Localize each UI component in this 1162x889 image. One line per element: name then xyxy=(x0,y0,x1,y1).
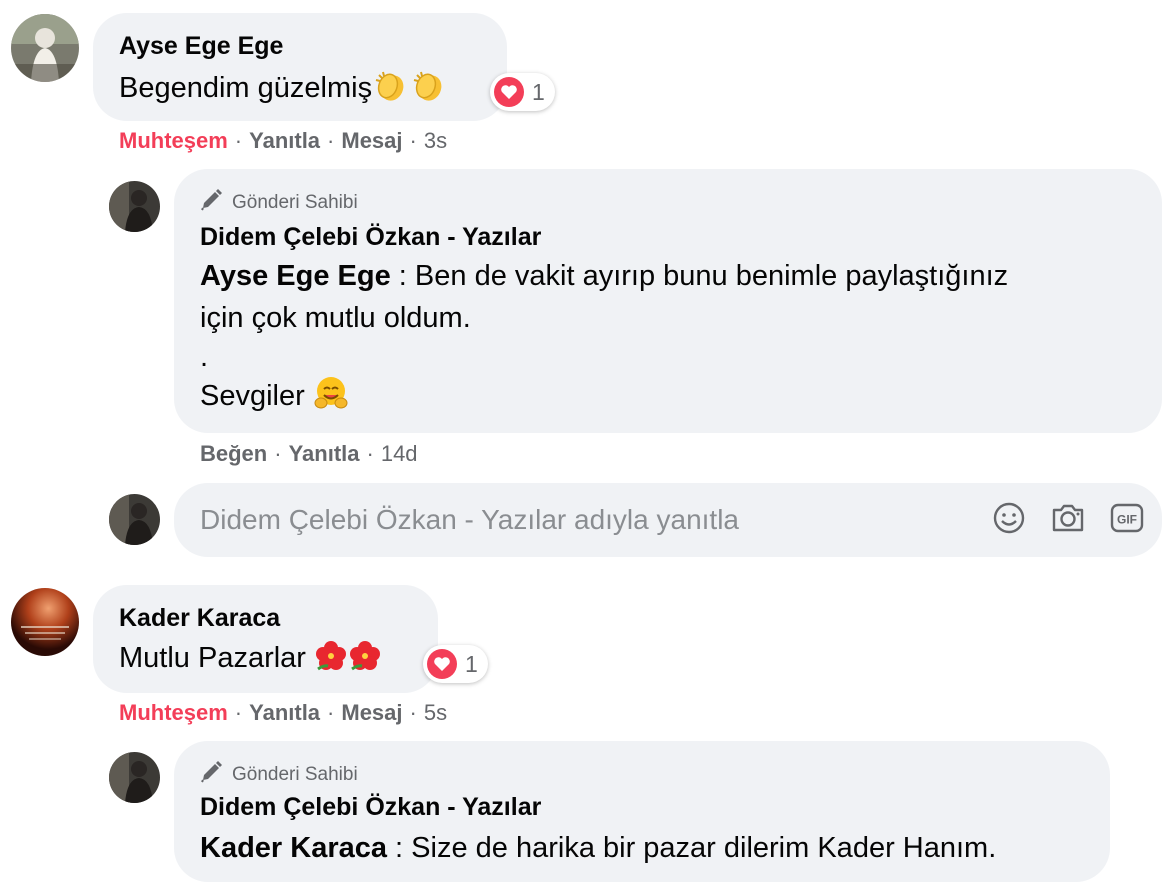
comment-avatar-kader[interactable] xyxy=(11,588,79,656)
reaction-count: 1 xyxy=(532,78,545,105)
reaction-count-badge[interactable]: 1 xyxy=(490,73,555,111)
separator: · xyxy=(327,700,335,725)
reacted-button[interactable]: Muhteşem xyxy=(119,128,228,154)
comment-bubble: Ayse Ege Ege Begendim güzelmiş xyxy=(93,13,507,121)
comment-author[interactable]: Ayse Ege Ege xyxy=(119,31,283,61)
hibiscus-icon xyxy=(314,639,348,685)
post-owner-label: Gönderi Sahibi xyxy=(232,191,358,213)
separator: · xyxy=(366,441,374,466)
reply-author[interactable]: Didem Çelebi Özkan - Yazılar xyxy=(200,222,541,252)
like-button[interactable]: Beğen xyxy=(200,441,267,467)
message-button[interactable]: Mesaj xyxy=(341,128,402,154)
post-owner-badge: Gönderi Sahibi xyxy=(200,187,358,218)
reply-bubble: Gönderi Sahibi Didem Çelebi Özkan - Yazı… xyxy=(174,169,1162,433)
reply-avatar-owner[interactable] xyxy=(109,752,160,803)
comment-time[interactable]: 3s xyxy=(424,128,447,154)
reply-actions: Beğen · Yanıtla · 14d xyxy=(200,441,418,467)
pencil-icon xyxy=(200,187,224,218)
reply-button[interactable]: Yanıtla xyxy=(249,128,320,154)
reaction-count-badge[interactable]: 1 xyxy=(423,645,488,683)
message-button[interactable]: Mesaj xyxy=(341,700,402,726)
reply-button[interactable]: Yanıtla xyxy=(249,700,320,726)
separator: · xyxy=(409,128,417,153)
hibiscus-icon xyxy=(348,639,382,685)
reply-text: Kader Karaca : Size de harika bir pazar … xyxy=(200,832,997,864)
composer-toolbar: GIF xyxy=(992,501,1162,540)
smiley-icon[interactable] xyxy=(992,501,1026,540)
reply-button[interactable]: Yanıtla xyxy=(289,441,360,467)
post-owner-label: Gönderi Sahibi xyxy=(232,763,358,785)
comment-bubble: Kader Karaca Mutlu Pazarlar xyxy=(93,585,438,693)
post-owner-badge: Gönderi Sahibi xyxy=(200,759,358,790)
mention-link[interactable]: Kader Karaca xyxy=(200,832,387,864)
clapping-hands-icon xyxy=(374,69,408,115)
reaction-count: 1 xyxy=(465,650,478,677)
separator: · xyxy=(274,441,282,466)
composer-avatar xyxy=(109,494,160,545)
reply-avatar-owner[interactable] xyxy=(109,181,160,232)
comment-actions: Muhteşem · Yanıtla · Mesaj · 5s xyxy=(119,700,447,726)
separator: · xyxy=(327,128,335,153)
comment-avatar-ayse[interactable] xyxy=(11,14,79,82)
clapping-hands-icon xyxy=(412,69,446,115)
heart-icon xyxy=(427,649,457,679)
comment-author[interactable]: Kader Karaca xyxy=(119,603,280,633)
comment-text: Begendim güzelmiş xyxy=(119,67,446,115)
gif-icon[interactable]: GIF xyxy=(1110,503,1144,538)
hugging-face-icon xyxy=(313,375,349,423)
reacted-button[interactable]: Muhteşem xyxy=(119,700,228,726)
separator: · xyxy=(234,700,243,725)
reply-author[interactable]: Didem Çelebi Özkan - Yazılar xyxy=(200,792,541,822)
comment-time[interactable]: 5s xyxy=(424,700,447,726)
reply-text: Ayse Ege Ege : Ben de vakit ayırıp bunu … xyxy=(200,255,1140,423)
heart-icon xyxy=(494,77,524,107)
gif-icon-label: GIF xyxy=(1117,512,1137,526)
comment-actions: Muhteşem · Yanıtla · Mesaj · 3s xyxy=(119,128,447,154)
mention-link[interactable]: Ayse Ege Ege xyxy=(200,260,391,292)
reply-composer[interactable]: GIF xyxy=(174,483,1162,557)
camera-icon[interactable] xyxy=(1050,502,1086,539)
separator: · xyxy=(234,128,243,153)
reply-bubble: Gönderi Sahibi Didem Çelebi Özkan - Yazı… xyxy=(174,741,1110,882)
reply-input[interactable] xyxy=(174,503,992,537)
separator: · xyxy=(409,700,417,725)
pencil-icon xyxy=(200,759,224,790)
comment-text: Mutlu Pazarlar xyxy=(119,637,382,685)
reply-time[interactable]: 14d xyxy=(381,441,418,467)
